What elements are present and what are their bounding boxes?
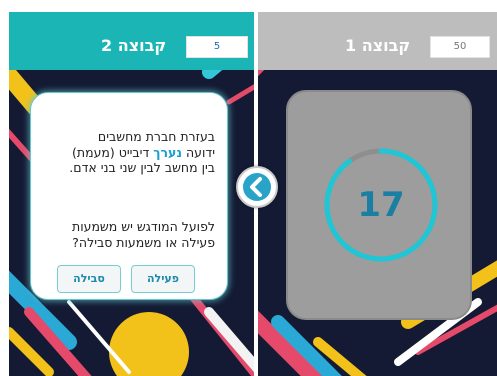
team1-score: 50 xyxy=(430,36,490,58)
team2-name: קבוצה 2 xyxy=(101,36,167,55)
team1-name: קבוצה 1 xyxy=(345,36,411,55)
question-line: בין מחשב לבין שני בני אדם. xyxy=(69,160,215,175)
question-fragment: ידועה xyxy=(182,144,215,160)
timer-card: 17 xyxy=(286,90,472,320)
game-screen: 5 קבוצה 2 בעזרת חברת מחשבים ידועה נערך ד… xyxy=(0,0,497,376)
prompt-line: לפועל המודגש יש משמעות xyxy=(72,219,215,234)
team2-header: 5 קבוצה 2 xyxy=(9,12,254,70)
team1-header: 50 קבוצה 1 xyxy=(258,12,497,70)
prompt-line: פעילה או משמעות סבילה? xyxy=(72,234,215,250)
switch-panel-button[interactable] xyxy=(236,166,278,208)
question-line: ידועה נערך דיבייט (מעמת) xyxy=(35,145,215,161)
team1-panel: 50 קבוצה 1 17 xyxy=(258,12,497,376)
timer-value: 17 xyxy=(357,185,405,225)
question-card: בעזרת חברת מחשבים ידועה נערך דיבייט (מעמ… xyxy=(30,92,228,300)
question-text: בעזרת חברת מחשבים ידועה נערך דיבייט (מעמ… xyxy=(35,129,215,176)
active-answer-button[interactable]: פעילה xyxy=(131,265,195,293)
passive-answer-button[interactable]: סבילה xyxy=(57,265,121,293)
highlighted-verb: נערך xyxy=(153,144,182,160)
question-fragment: דיבייט (מעמת) xyxy=(71,144,154,160)
team2-panel: 5 קבוצה 2 בעזרת חברת מחשבים ידועה נערך ד… xyxy=(9,12,254,376)
question-prompt: לפועל המודגש יש משמעות פעילה או משמעות ס… xyxy=(35,219,215,250)
team2-score: 5 xyxy=(186,36,248,58)
question-line: בעזרת חברת מחשבים xyxy=(97,129,215,144)
chevron-left-icon xyxy=(250,177,262,197)
